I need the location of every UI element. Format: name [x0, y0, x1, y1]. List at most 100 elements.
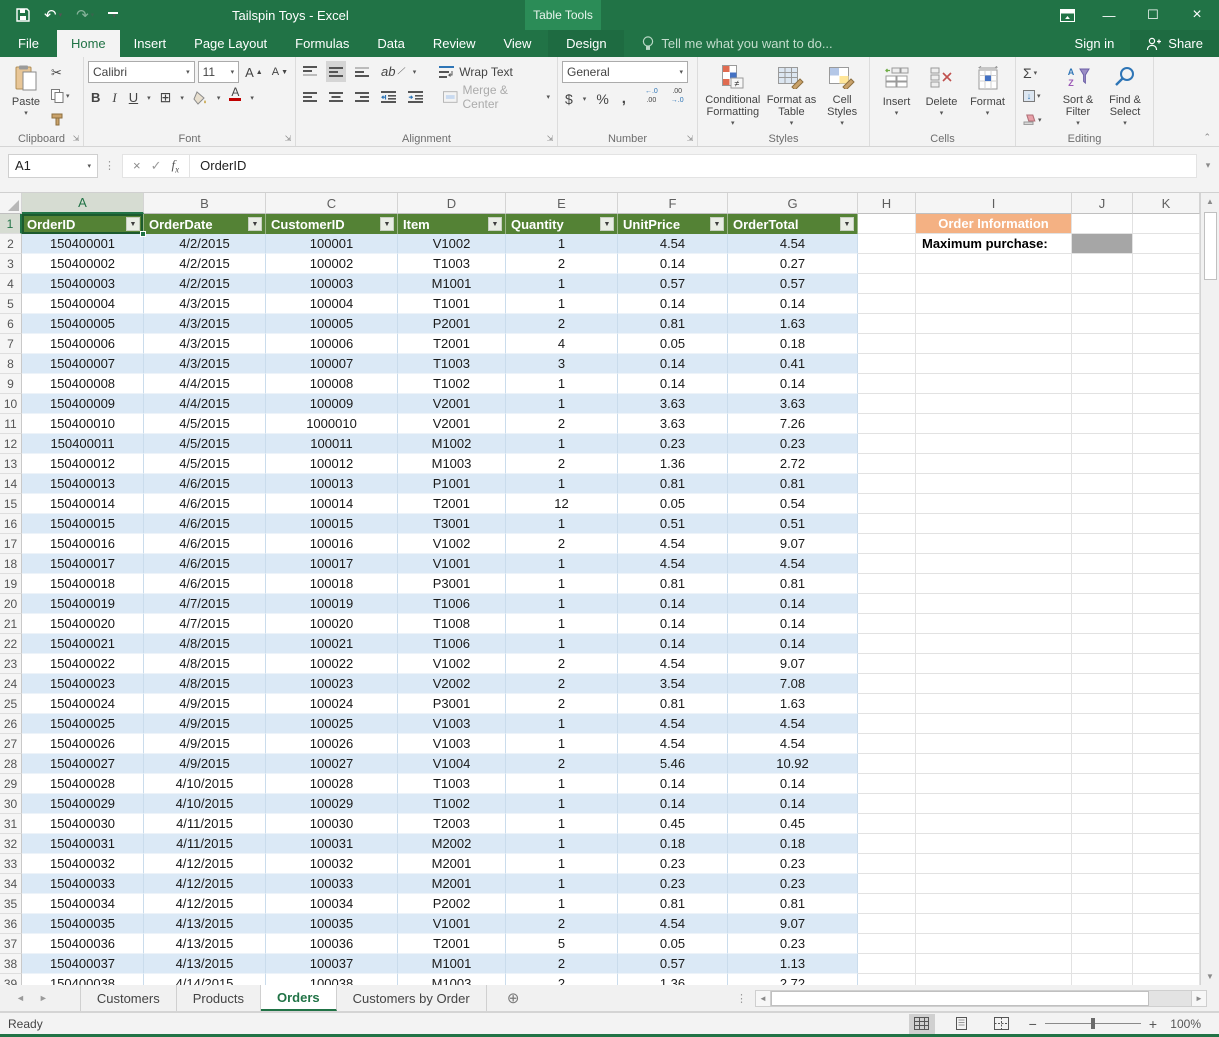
cell[interactable]: 100027: [266, 754, 398, 774]
cell[interactable]: T1006: [398, 634, 506, 654]
cell[interactable]: 150400036: [22, 934, 144, 954]
cell[interactable]: [858, 414, 916, 434]
cell[interactable]: 2: [506, 754, 618, 774]
column-header-E[interactable]: E: [506, 193, 618, 214]
cell[interactable]: [858, 334, 916, 354]
cell[interactable]: 1: [506, 614, 618, 634]
cell[interactable]: 2: [506, 974, 618, 985]
cell[interactable]: 0.14: [728, 794, 858, 814]
cell[interactable]: [916, 514, 1072, 534]
cell[interactable]: 100034: [266, 894, 398, 914]
cell[interactable]: [1133, 674, 1200, 694]
cell[interactable]: [1072, 734, 1133, 754]
page-layout-view-icon[interactable]: [949, 1014, 975, 1034]
paste-caret-icon[interactable]: ▾: [24, 108, 28, 120]
cell[interactable]: 0.81: [618, 694, 728, 714]
cell[interactable]: [916, 694, 1072, 714]
decrease-decimal-icon[interactable]: .00→.0: [668, 88, 687, 109]
cell[interactable]: 9.07: [728, 534, 858, 554]
cell[interactable]: 0.14: [618, 614, 728, 634]
cell[interactable]: [858, 714, 916, 734]
cell[interactable]: [1133, 454, 1200, 474]
cell[interactable]: [858, 834, 916, 854]
scroll-right-icon[interactable]: ►: [1191, 990, 1207, 1007]
cell[interactable]: 2: [506, 694, 618, 714]
cell[interactable]: [1133, 294, 1200, 314]
cell[interactable]: 4/13/2015: [144, 914, 266, 934]
order-information-header[interactable]: Order Information: [916, 214, 1072, 234]
cell[interactable]: 100033: [266, 874, 398, 894]
cell[interactable]: [1133, 374, 1200, 394]
cell[interactable]: 4/2/2015: [144, 274, 266, 294]
fill-color-button[interactable]: [190, 87, 211, 108]
sheet-tab-orders[interactable]: Orders: [261, 985, 337, 1011]
cell[interactable]: 150400022: [22, 654, 144, 674]
zoom-slider-thumb[interactable]: [1091, 1018, 1095, 1029]
cell[interactable]: [916, 754, 1072, 774]
align-top-icon[interactable]: [300, 61, 320, 82]
table-header-orderdate[interactable]: OrderDate▼: [144, 214, 266, 234]
formula-input[interactable]: OrderID: [190, 154, 1197, 178]
tab-data[interactable]: Data: [363, 30, 418, 57]
normal-view-icon[interactable]: [909, 1014, 935, 1034]
cell[interactable]: 150400028: [22, 774, 144, 794]
cell[interactable]: [1133, 554, 1200, 574]
cell[interactable]: [858, 774, 916, 794]
cell[interactable]: 0.14: [728, 594, 858, 614]
cell[interactable]: V1001: [398, 554, 506, 574]
name-box[interactable]: A1▾: [8, 154, 98, 178]
filter-dropdown-icon[interactable]: ▼: [710, 217, 724, 231]
cell[interactable]: [916, 954, 1072, 974]
cell[interactable]: [916, 314, 1072, 334]
cell[interactable]: [1133, 594, 1200, 614]
delete-cells-button[interactable]: Delete▾: [921, 61, 963, 130]
cell[interactable]: 100030: [266, 814, 398, 834]
cell[interactable]: 150400038: [22, 974, 144, 985]
cell[interactable]: [858, 894, 916, 914]
row-header-20[interactable]: 20: [0, 594, 22, 614]
cell[interactable]: 100018: [266, 574, 398, 594]
cell[interactable]: 0.81: [618, 474, 728, 494]
table-header-customerid[interactable]: CustomerID▼: [266, 214, 398, 234]
alignment-dialog-launcher-icon[interactable]: ⇲: [545, 134, 555, 144]
cell[interactable]: [1072, 534, 1133, 554]
underline-caret-icon[interactable]: ▾: [147, 94, 151, 102]
cell[interactable]: [1072, 654, 1133, 674]
table-header-orderid[interactable]: OrderID▼: [22, 214, 144, 234]
cell[interactable]: 0.14: [618, 594, 728, 614]
cell[interactable]: V2001: [398, 394, 506, 414]
cell[interactable]: [858, 734, 916, 754]
align-middle-icon[interactable]: [326, 61, 346, 82]
cell[interactable]: T3001: [398, 514, 506, 534]
column-header-I[interactable]: I: [916, 193, 1072, 214]
cell[interactable]: [1133, 654, 1200, 674]
cell[interactable]: 0.14: [728, 294, 858, 314]
tab-review[interactable]: Review: [419, 30, 490, 57]
cell[interactable]: 4.54: [618, 914, 728, 934]
cell[interactable]: [916, 274, 1072, 294]
format-painter-button[interactable]: [48, 110, 73, 130]
cell[interactable]: [1072, 954, 1133, 974]
cell[interactable]: [916, 734, 1072, 754]
cell[interactable]: [1133, 834, 1200, 854]
clipboard-dialog-launcher-icon[interactable]: ⇲: [71, 134, 81, 144]
cell[interactable]: 1.63: [728, 314, 858, 334]
cell[interactable]: 4/12/2015: [144, 894, 266, 914]
row-header-7[interactable]: 7: [0, 334, 22, 354]
cell[interactable]: 150400011: [22, 434, 144, 454]
cell[interactable]: V2001: [398, 414, 506, 434]
cell[interactable]: [858, 454, 916, 474]
cell[interactable]: [916, 414, 1072, 434]
cell[interactable]: 3.63: [618, 394, 728, 414]
column-header-G[interactable]: G: [728, 193, 858, 214]
cell[interactable]: 0.23: [728, 934, 858, 954]
cell[interactable]: [916, 674, 1072, 694]
cell[interactable]: [916, 474, 1072, 494]
cell[interactable]: 7.26: [728, 414, 858, 434]
cell[interactable]: [916, 894, 1072, 914]
find-select-button[interactable]: Find & Select▾: [1102, 61, 1148, 130]
cell[interactable]: [1072, 594, 1133, 614]
cell[interactable]: 1: [506, 274, 618, 294]
cell[interactable]: T1001: [398, 294, 506, 314]
column-header-F[interactable]: F: [618, 193, 728, 214]
